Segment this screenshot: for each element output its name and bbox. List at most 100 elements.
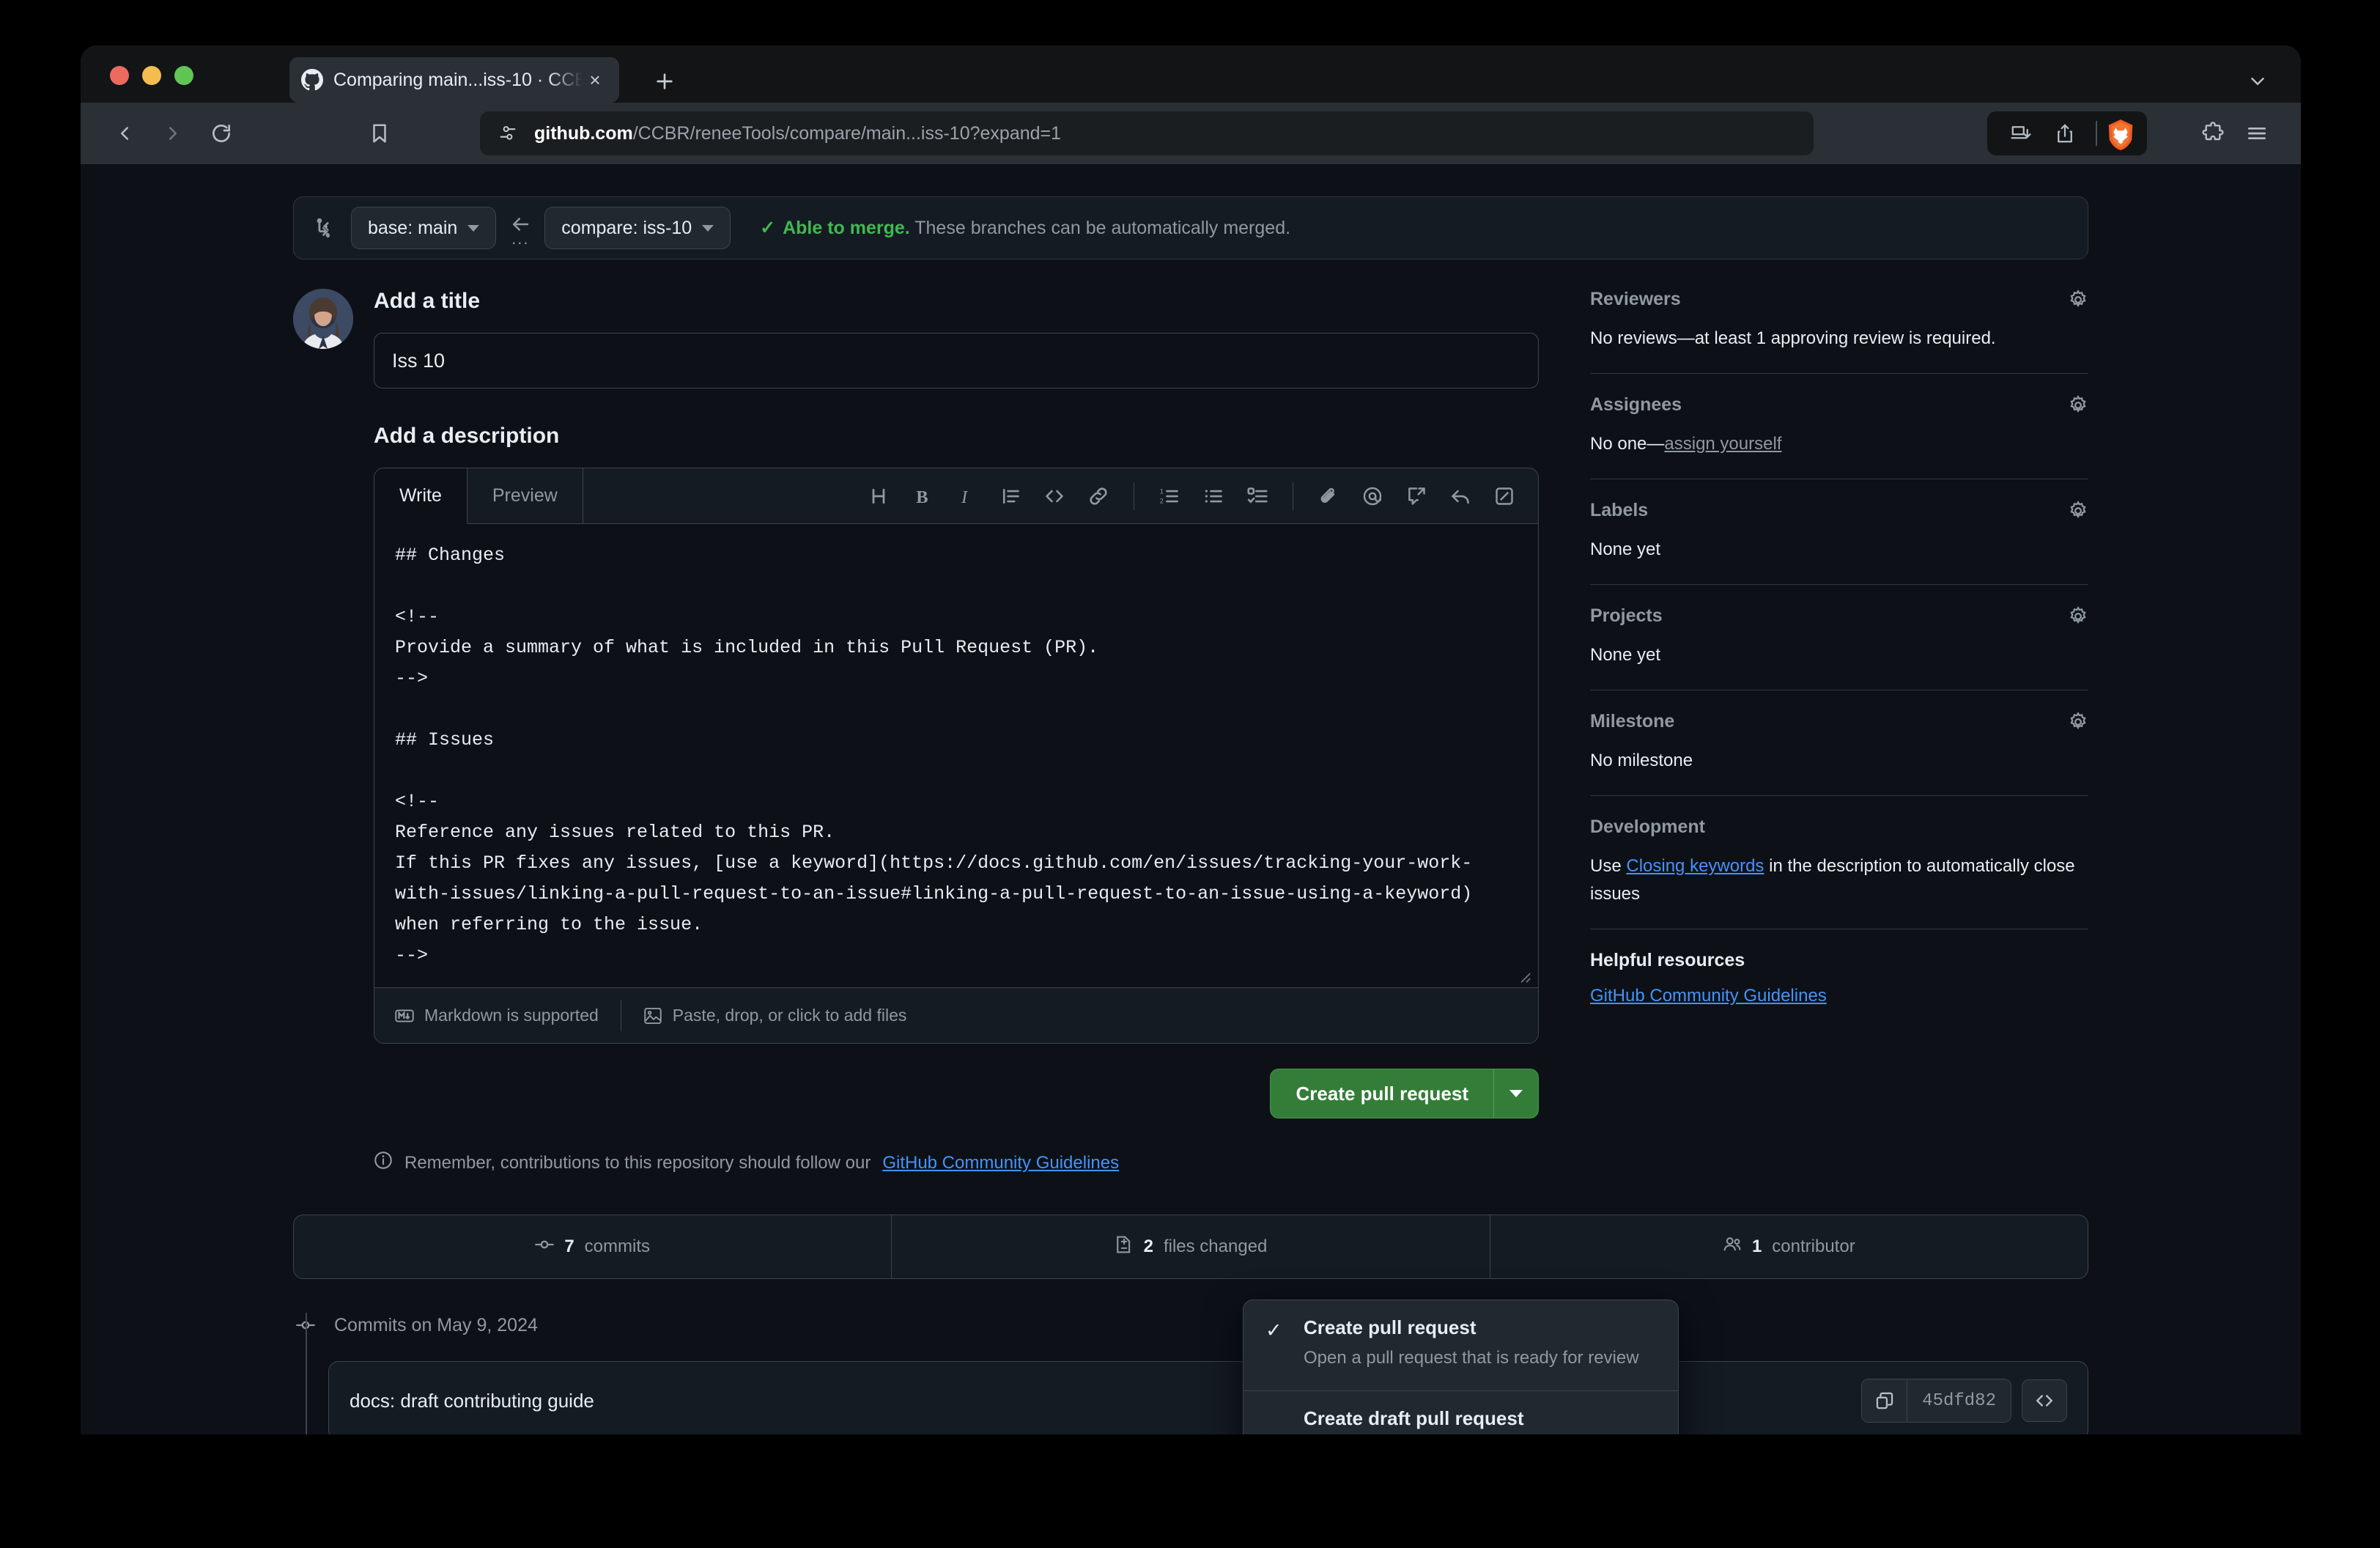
- dropdown-item-title: Create draft pull request: [1304, 1407, 1656, 1430]
- extensions-icon[interactable]: [2191, 111, 2235, 155]
- tab-write[interactable]: Write: [374, 468, 468, 524]
- resize-handle[interactable]: [1515, 967, 1531, 983]
- commits-date-header: Commits on May 9, 2024: [293, 1313, 2088, 1338]
- code-view-icon[interactable]: [2022, 1379, 2067, 1422]
- gear-icon[interactable]: [2068, 501, 2088, 521]
- projects-title: Projects: [1590, 605, 1663, 627]
- downloads-icon[interactable]: [1999, 111, 2043, 155]
- window-traffic-lights[interactable]: [110, 66, 193, 85]
- stat-contributors-value: 1: [1752, 1236, 1762, 1257]
- dropdown-item-create-pull-request[interactable]: ✓ Create pull request Open a pull reques…: [1243, 1300, 1678, 1390]
- forward-arrow-icon[interactable]: [151, 111, 195, 155]
- close-icon[interactable]: ×: [583, 67, 607, 92]
- chevron-down-icon[interactable]: [2247, 70, 2269, 96]
- task-list-icon[interactable]: [1238, 477, 1276, 515]
- stat-contributors-label: contributor: [1772, 1236, 1855, 1257]
- note-text: Remember, contributions to this reposito…: [404, 1153, 871, 1173]
- gear-icon[interactable]: [2068, 395, 2088, 416]
- github-community-guidelines-link[interactable]: GitHub Community Guidelines: [1590, 986, 1827, 1006]
- info-icon: [374, 1151, 393, 1175]
- gear-icon[interactable]: [2068, 712, 2088, 732]
- markdown-supported-note[interactable]: Markdown is supported: [395, 1006, 599, 1025]
- desktop-background: Comparing main...iss-10 · CCBR ×: [0, 0, 2380, 1548]
- commits-date-label: Commits on May 9, 2024: [334, 1315, 538, 1336]
- link-icon[interactable]: [1079, 477, 1117, 515]
- stat-files-label: files changed: [1164, 1236, 1267, 1257]
- labels-body: None yet: [1590, 536, 2088, 564]
- pr-stats-bar: 7 commits 2 files changed: [293, 1215, 2088, 1279]
- code-icon[interactable]: [1035, 477, 1073, 515]
- brave-shields-icon[interactable]: [498, 123, 518, 144]
- base-branch-selector[interactable]: base: main: [351, 207, 496, 249]
- description-editor: Write Preview B: [374, 468, 1539, 1044]
- assignees-body: No one—assign yourself: [1590, 430, 2088, 458]
- attach-files-label: Paste, drop, or click to add files: [673, 1006, 907, 1025]
- heading-icon[interactable]: [860, 477, 898, 515]
- numbered-list-icon[interactable]: 12: [1150, 477, 1189, 515]
- bulleted-list-icon[interactable]: [1194, 477, 1232, 515]
- sidebar-section-development: Development Use Closing keywords in the …: [1590, 817, 2088, 929]
- stat-files-changed[interactable]: 2 files changed: [891, 1215, 1489, 1278]
- reviewers-body: No reviews—at least 1 approving review i…: [1590, 325, 2088, 353]
- branch-compare-bar: base: main ... compare: iss-10 ✓Able to …: [293, 196, 2088, 259]
- commit-sha[interactable]: 45dfd82: [1907, 1379, 2011, 1422]
- reload-icon[interactable]: [199, 111, 243, 155]
- community-guidelines-link[interactable]: GitHub Community Guidelines: [882, 1153, 1119, 1173]
- new-tab-button[interactable]: [651, 67, 679, 95]
- pr-form-main: Add a title Add a description Write Prev…: [293, 289, 1539, 1175]
- dropdown-item-create-draft-pull-request[interactable]: Create draft pull request Cannot be merg…: [1243, 1390, 1678, 1434]
- close-window-button[interactable]: [110, 66, 129, 85]
- share-icon[interactable]: [2043, 111, 2087, 155]
- tab-title: Comparing main...iss-10 · CCBR: [333, 70, 583, 91]
- copy-icon[interactable]: [1862, 1379, 1907, 1422]
- svg-text:1: 1: [1160, 487, 1164, 495]
- address-bar[interactable]: github.com/CCBR/reneeTools/compare/main.…: [480, 111, 1814, 155]
- compare-branch-selector[interactable]: compare: iss-10: [544, 207, 731, 249]
- commit-icon: [535, 1235, 554, 1259]
- create-pr-dropdown-toggle[interactable]: [1493, 1069, 1539, 1118]
- closing-keywords-link[interactable]: Closing keywords: [1626, 856, 1764, 876]
- commit-message[interactable]: docs: draft contributing guide: [350, 1390, 594, 1412]
- editor-tabbar: Write Preview B: [374, 468, 1538, 524]
- create-pr-button-group: Create pull request: [1270, 1069, 1539, 1118]
- pr-description-textarea[interactable]: ## Changes <!-- Provide a summary of wha…: [395, 540, 1518, 980]
- chevron-down-icon: [1509, 1090, 1523, 1097]
- svg-text:2: 2: [1160, 497, 1164, 504]
- create-pull-request-button[interactable]: Create pull request: [1270, 1069, 1493, 1118]
- attach-file-icon[interactable]: [1309, 477, 1348, 515]
- italic-icon[interactable]: I: [947, 477, 986, 515]
- reviewers-title: Reviewers: [1590, 289, 1681, 310]
- assign-yourself-link[interactable]: assign yourself: [1664, 434, 1781, 454]
- stat-contributors[interactable]: 1 contributor: [1490, 1215, 2088, 1278]
- reference-icon[interactable]: [1397, 477, 1435, 515]
- milestone-body: No milestone: [1590, 747, 2088, 775]
- tab-preview[interactable]: Preview: [468, 468, 583, 524]
- svg-text:I: I: [961, 487, 969, 506]
- gear-icon[interactable]: [2068, 290, 2088, 310]
- maximize-window-button[interactable]: [174, 66, 193, 85]
- bold-icon[interactable]: B: [903, 477, 942, 515]
- sidebar-section-reviewers: Reviewers No reviews—at least 1 approvin…: [1590, 289, 2088, 374]
- attach-files-note[interactable]: Paste, drop, or click to add files: [643, 1006, 907, 1025]
- stat-commits[interactable]: 7 commits: [294, 1215, 891, 1278]
- avatar: [293, 289, 353, 349]
- commit-row[interactable]: docs: draft contributing guide 45dfd82: [328, 1361, 2088, 1434]
- reply-icon[interactable]: [1441, 477, 1479, 515]
- back-arrow-icon[interactable]: [103, 111, 147, 155]
- quote-icon[interactable]: [991, 477, 1030, 515]
- gear-icon[interactable]: [2068, 606, 2088, 627]
- brave-lion-icon[interactable]: [2106, 119, 2135, 148]
- sidebar-section-projects: Projects None yet: [1590, 605, 2088, 690]
- chevron-down-icon: [702, 225, 714, 232]
- hamburger-menu-icon[interactable]: [2235, 111, 2279, 155]
- url-text: github.com/CCBR/reneeTools/compare/main.…: [534, 123, 1061, 144]
- commit-sha-group: 45dfd82: [1861, 1379, 2011, 1423]
- browser-tab[interactable]: Comparing main...iss-10 · CCBR ×: [289, 57, 619, 103]
- markdown-editor-icon[interactable]: [1485, 477, 1523, 515]
- minimize-window-button[interactable]: [142, 66, 161, 85]
- pr-title-input[interactable]: [374, 333, 1539, 388]
- mention-icon[interactable]: [1353, 477, 1392, 515]
- toolbar-divider: [2096, 121, 2097, 146]
- description-textarea-wrapper: ## Changes <!-- Provide a summary of wha…: [374, 524, 1538, 987]
- bookmark-icon[interactable]: [358, 111, 402, 155]
